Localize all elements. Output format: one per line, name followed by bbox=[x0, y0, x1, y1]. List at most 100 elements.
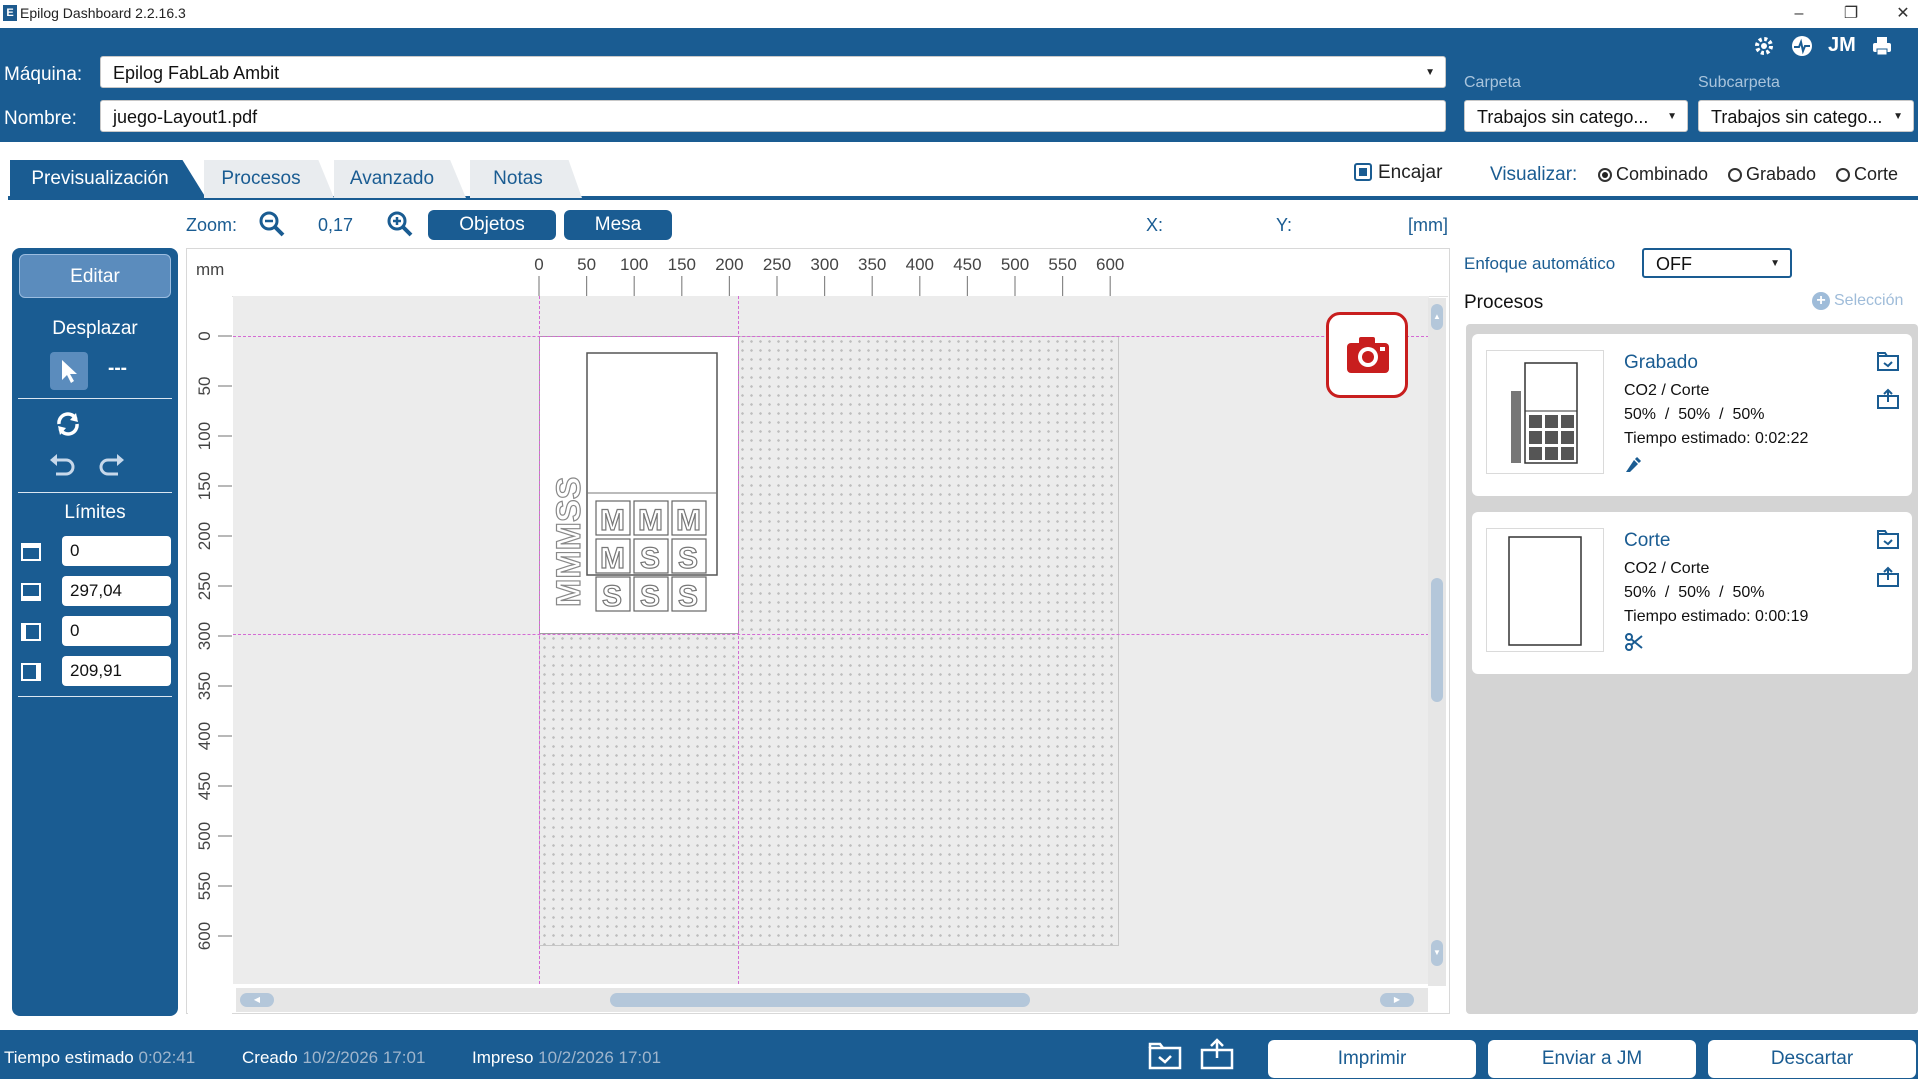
limit-right-icon bbox=[20, 662, 42, 682]
ruler-tick-label: 450 bbox=[195, 772, 214, 800]
autofocus-select[interactable]: OFF ▼ bbox=[1642, 248, 1792, 278]
limit-bottom-input[interactable]: 297,04 bbox=[62, 576, 171, 606]
x-coordinate-label: X: bbox=[1146, 215, 1164, 235]
zoom-in-icon[interactable] bbox=[386, 210, 414, 243]
ruler-tick-label: 450 bbox=[953, 255, 981, 274]
edit-button[interactable]: Editar bbox=[19, 254, 171, 298]
restore-button[interactable]: ❐ bbox=[1828, 0, 1874, 28]
created-label: Creado bbox=[242, 1048, 298, 1067]
undo-icon[interactable] bbox=[48, 452, 76, 481]
estimated-time: Tiempo estimado 0:02:41 bbox=[4, 1048, 195, 1068]
ruler-tick-label: 400 bbox=[906, 255, 934, 274]
ruler-tick-label: 500 bbox=[1001, 255, 1029, 274]
horizontal-scrollbar[interactable]: ◀ ▶ bbox=[236, 988, 1428, 1012]
fit-checkbox[interactable]: Encajar bbox=[1354, 162, 1442, 184]
scissors-icon bbox=[1624, 632, 1644, 657]
folder-select[interactable]: Trabajos sin catego... ▼ bbox=[1464, 100, 1688, 132]
status-icon[interactable] bbox=[1790, 34, 1814, 64]
tab-advanced[interactable]: Avanzado bbox=[334, 160, 466, 198]
redo-icon[interactable] bbox=[98, 452, 126, 481]
visualize-label: Visualizar: bbox=[1490, 164, 1578, 185]
radio-engrave[interactable]: Grabado bbox=[1728, 164, 1816, 185]
name-input[interactable]: juego-Layout1.pdf bbox=[100, 100, 1446, 132]
radio-combined-label: Combinado bbox=[1616, 164, 1709, 184]
camera-button[interactable] bbox=[1326, 312, 1408, 398]
divider bbox=[18, 398, 172, 399]
svg-text:M: M bbox=[600, 542, 625, 575]
vertical-scrollbar[interactable]: ▲ ▼ bbox=[1428, 298, 1446, 986]
rotate-icon[interactable] bbox=[52, 408, 84, 445]
scroll-right-arrow[interactable]: ▶ bbox=[1380, 993, 1414, 1007]
tab-notes[interactable]: Notas bbox=[470, 160, 582, 198]
subfolder-select[interactable]: Trabajos sin catego... ▼ bbox=[1698, 100, 1914, 132]
horizontal-ruler: 0 50 100 150 200 250 300 350 400 450 500 550 600 bbox=[232, 250, 1448, 297]
minimize-button[interactable]: – bbox=[1776, 0, 1822, 28]
limits-label: Límites bbox=[64, 502, 126, 523]
objects-button[interactable]: Objetos bbox=[428, 210, 556, 240]
artwork-object[interactable]: MMM MSS SSS MMMSS bbox=[539, 336, 739, 634]
import-settings-icon[interactable] bbox=[1876, 528, 1900, 555]
pointer-tool[interactable] bbox=[50, 352, 88, 390]
radio-combined[interactable]: Combinado bbox=[1598, 164, 1708, 185]
checkbox-icon bbox=[1354, 163, 1372, 181]
radio-icon bbox=[1728, 168, 1742, 182]
scroll-left-arrow[interactable]: ◀ bbox=[240, 993, 274, 1007]
process-thumbnail bbox=[1486, 350, 1604, 474]
radio-cut[interactable]: Corte bbox=[1836, 164, 1898, 185]
limit-right-input[interactable]: 209,91 bbox=[62, 656, 171, 686]
scroll-up-arrow[interactable]: ▲ bbox=[1431, 304, 1443, 330]
tab-preview[interactable]: Previsualización bbox=[10, 160, 206, 198]
send-to-jm-button[interactable]: Enviar a JM bbox=[1488, 1040, 1696, 1078]
import-job-icon[interactable] bbox=[1148, 1040, 1182, 1075]
gear-icon[interactable] bbox=[1752, 34, 1776, 64]
limit-top-input[interactable]: 0 bbox=[62, 536, 171, 566]
camera-icon bbox=[1347, 337, 1389, 373]
estimated-time-label: Tiempo estimado bbox=[4, 1048, 134, 1067]
svg-text:S: S bbox=[678, 542, 698, 575]
ruler-tick-label: 200 bbox=[195, 522, 214, 550]
name-label: Nombre: bbox=[4, 108, 77, 129]
export-settings-icon[interactable] bbox=[1876, 566, 1900, 593]
limit-left-icon bbox=[20, 622, 42, 642]
subfolder-value: Trabajos sin catego... bbox=[1711, 107, 1883, 127]
folder-value: Trabajos sin catego... bbox=[1477, 107, 1649, 127]
close-button[interactable]: ✕ bbox=[1880, 0, 1918, 28]
chevron-down-icon: ▼ bbox=[1667, 111, 1677, 122]
created-date: Creado 10/2/2026 17:01 bbox=[242, 1048, 425, 1068]
process-card-cut[interactable]: Corte CO2 / Corte 50% / 50% / 50% Tiempo… bbox=[1472, 512, 1912, 674]
print-button[interactable]: Imprimir bbox=[1268, 1040, 1476, 1078]
ruler-tick-label: 50 bbox=[577, 255, 596, 274]
artwork-graphic: MMM MSS SSS MMMSS bbox=[549, 352, 718, 614]
export-job-icon[interactable] bbox=[1200, 1038, 1234, 1075]
vertical-scroll-thumb[interactable] bbox=[1431, 578, 1443, 702]
process-thumbnail bbox=[1486, 528, 1604, 652]
horizontal-scroll-thumb[interactable] bbox=[610, 993, 1030, 1007]
discard-button[interactable]: Descartar bbox=[1708, 1040, 1916, 1078]
guide-line bbox=[233, 336, 1429, 337]
created-value: 10/2/2026 17:01 bbox=[302, 1048, 426, 1067]
app-icon: E bbox=[3, 5, 17, 21]
svg-text:S: S bbox=[640, 580, 660, 613]
tab-processes[interactable]: Procesos bbox=[204, 160, 334, 198]
process-type: CO2 / Corte bbox=[1624, 382, 1710, 399]
export-settings-icon[interactable] bbox=[1876, 388, 1900, 415]
user-initials[interactable]: JM bbox=[1828, 34, 1856, 57]
scroll-down-arrow[interactable]: ▼ bbox=[1431, 940, 1443, 966]
ruler-tick-label: 300 bbox=[810, 255, 838, 274]
add-selection-button[interactable]: + Selección bbox=[1812, 292, 1903, 310]
printer-icon[interactable] bbox=[1870, 34, 1894, 64]
units-label: [mm] bbox=[1408, 215, 1448, 235]
svg-text:S: S bbox=[602, 580, 622, 613]
estimated-time-value: 0:02:41 bbox=[138, 1048, 196, 1067]
ruler-tick-label: 100 bbox=[195, 422, 214, 450]
chevron-down-icon: ▼ bbox=[1893, 111, 1903, 122]
process-time: Tiempo estimado: 0:00:19 bbox=[1624, 608, 1809, 625]
limit-left-input[interactable]: 0 bbox=[62, 616, 171, 646]
import-settings-icon[interactable] bbox=[1876, 350, 1900, 377]
zoom-out-icon[interactable] bbox=[258, 210, 286, 243]
divider bbox=[18, 696, 172, 697]
machine-select[interactable]: Epilog FabLab Ambit ▼ bbox=[100, 56, 1446, 88]
ruler-unit-label: mm bbox=[196, 260, 225, 279]
process-card-engrave[interactable]: Grabado CO2 / Corte 50% / 50% / 50% Tiem… bbox=[1472, 334, 1912, 496]
table-button[interactable]: Mesa bbox=[564, 210, 672, 240]
